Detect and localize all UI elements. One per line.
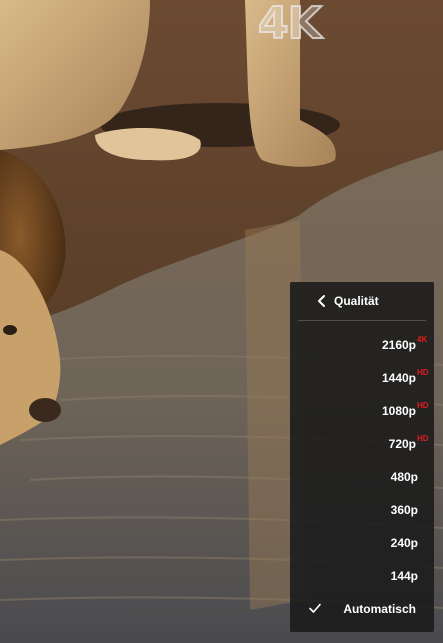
- quality-option-480p[interactable]: 480p: [290, 460, 434, 493]
- quality-option-144p[interactable]: 144p: [290, 559, 434, 592]
- 4k-watermark: 4K: [257, 0, 323, 49]
- quality-option-label: 144p: [390, 568, 418, 583]
- quality-badge-hd: HD: [417, 368, 429, 377]
- chevron-left-icon: [318, 295, 325, 307]
- quality-option-label: 240p: [390, 535, 418, 550]
- quality-menu-back-button[interactable]: Qualität: [298, 282, 426, 321]
- quality-badge-hd: HD: [417, 401, 429, 410]
- quality-option-label: Automatisch: [343, 601, 416, 616]
- quality-option-label: 1080p: [381, 403, 416, 418]
- quality-option-label: 360p: [390, 502, 418, 517]
- quality-option-label: 1440p: [381, 370, 416, 385]
- quality-option-label: 2160p: [381, 337, 416, 352]
- quality-option-2160p[interactable]: 2160p 4K: [290, 328, 434, 361]
- quality-options-list: 2160p 4K 1440p HD 1080p HD 720p HD 480p …: [290, 321, 434, 625]
- quality-menu: Qualität 2160p 4K 1440p HD 1080p HD 720p…: [290, 282, 434, 632]
- quality-option-360p[interactable]: 360p: [290, 493, 434, 526]
- quality-option-1080p[interactable]: 1080p HD: [290, 394, 434, 427]
- quality-option-label: 480p: [390, 469, 418, 484]
- quality-option-auto[interactable]: Automatisch: [290, 592, 434, 625]
- quality-option-label: 720p: [388, 436, 416, 451]
- quality-menu-title: Qualität: [334, 294, 379, 308]
- quality-option-1440p[interactable]: 1440p HD: [290, 361, 434, 394]
- quality-badge-4k: 4K: [417, 335, 428, 344]
- checkmark-icon: [309, 603, 321, 613]
- quality-option-720p[interactable]: 720p HD: [290, 427, 434, 460]
- quality-option-240p[interactable]: 240p: [290, 526, 434, 559]
- video-player[interactable]: 4K Qualität 2160p 4K 1440p HD 1080p HD 7…: [0, 0, 443, 643]
- quality-badge-hd: HD: [417, 434, 429, 443]
